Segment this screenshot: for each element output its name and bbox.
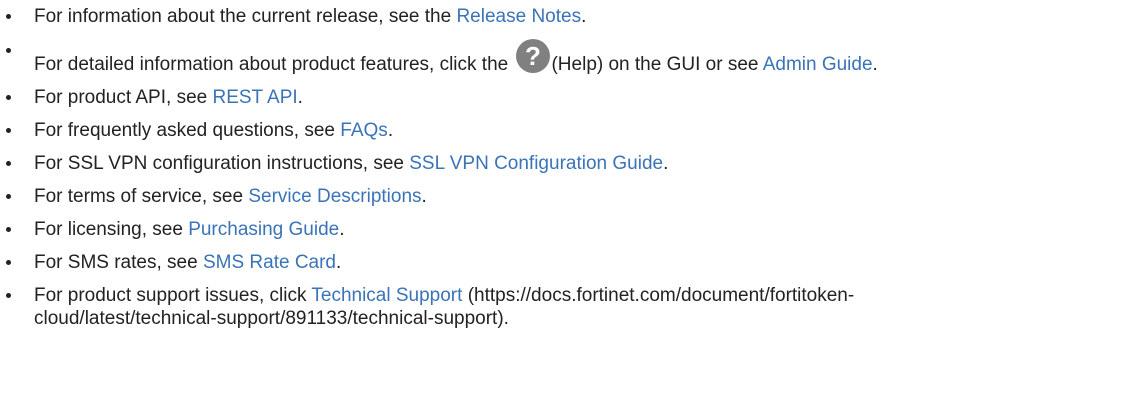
list-item-sms-rate-card: For SMS rates, see SMS Rate Card. bbox=[6, 251, 1140, 274]
bullet bbox=[6, 227, 11, 232]
admin-guide-link[interactable]: Admin Guide bbox=[763, 54, 873, 75]
bullet bbox=[6, 95, 11, 100]
item-text: For licensing, see bbox=[34, 219, 189, 240]
bullet bbox=[6, 260, 11, 265]
item-text-end: . bbox=[336, 252, 342, 273]
item-text-url-part2: cloud/latest/technical-support/891133/te… bbox=[34, 308, 509, 329]
item-text-end: . bbox=[339, 219, 345, 240]
list-item-purchasing-guide: For licensing, see Purchasing Guide. bbox=[6, 218, 1140, 241]
item-text: For terms of service, see bbox=[34, 186, 249, 207]
service-descriptions-link[interactable]: Service Descriptions bbox=[248, 186, 421, 207]
purchasing-guide-link[interactable]: Purchasing Guide bbox=[188, 219, 339, 240]
item-text-end: . bbox=[421, 186, 427, 207]
item-text: For detailed information about product f… bbox=[34, 54, 514, 75]
item-text: For information about the current releas… bbox=[34, 6, 457, 27]
item-text: For SMS rates, see bbox=[34, 252, 203, 273]
item-text: For product API, see bbox=[34, 87, 213, 108]
item-text: For SSL VPN configuration instructions, … bbox=[34, 153, 410, 174]
bullet bbox=[6, 128, 11, 133]
bullet bbox=[6, 48, 11, 53]
item-text-end: . bbox=[872, 54, 878, 75]
bullet bbox=[6, 293, 11, 298]
item-text-end: . bbox=[297, 87, 303, 108]
bullet bbox=[6, 161, 11, 166]
item-text-url-part1: (https://docs.fortinet.com/document/fort… bbox=[462, 285, 855, 306]
item-text-end: . bbox=[387, 120, 394, 141]
list-item-ssl-vpn: For SSL VPN configuration instructions, … bbox=[6, 152, 1140, 175]
release-notes-link[interactable]: Release Notes bbox=[456, 6, 581, 27]
bullet bbox=[6, 14, 11, 19]
bullet bbox=[6, 194, 11, 199]
list-item-faqs: For frequently asked questions, see FAQs… bbox=[6, 119, 1140, 142]
svg-text:?: ? bbox=[526, 41, 542, 71]
help-icon[interactable]: ? bbox=[515, 38, 551, 74]
list-item-service-descriptions: For terms of service, see Service Descri… bbox=[6, 185, 1140, 208]
item-text-help: (Help) on the GUI or see bbox=[551, 54, 763, 75]
list-item-release-notes: For information about the current releas… bbox=[6, 5, 1140, 28]
documentation-links-list: For information about the current releas… bbox=[0, 5, 1140, 330]
item-text-end: . bbox=[581, 6, 587, 27]
faqs-link[interactable]: FAQs bbox=[340, 120, 388, 141]
item-text: For frequently asked questions, see bbox=[34, 120, 341, 141]
item-text-end: . bbox=[663, 153, 669, 174]
technical-support-link[interactable]: Technical Support bbox=[311, 285, 462, 306]
list-item-admin-guide: For detailed information about product f… bbox=[6, 38, 1140, 76]
rest-api-link[interactable]: REST API bbox=[212, 87, 297, 108]
list-item-technical-support: For product support issues, click Techni… bbox=[6, 284, 1140, 330]
sms-rate-card-link[interactable]: SMS Rate Card bbox=[203, 252, 336, 273]
ssl-vpn-guide-link[interactable]: SSL VPN Configuration Guide bbox=[409, 153, 663, 174]
list-item-rest-api: For product API, see REST API. bbox=[6, 86, 1140, 109]
item-text: For product support issues, click bbox=[34, 285, 312, 306]
